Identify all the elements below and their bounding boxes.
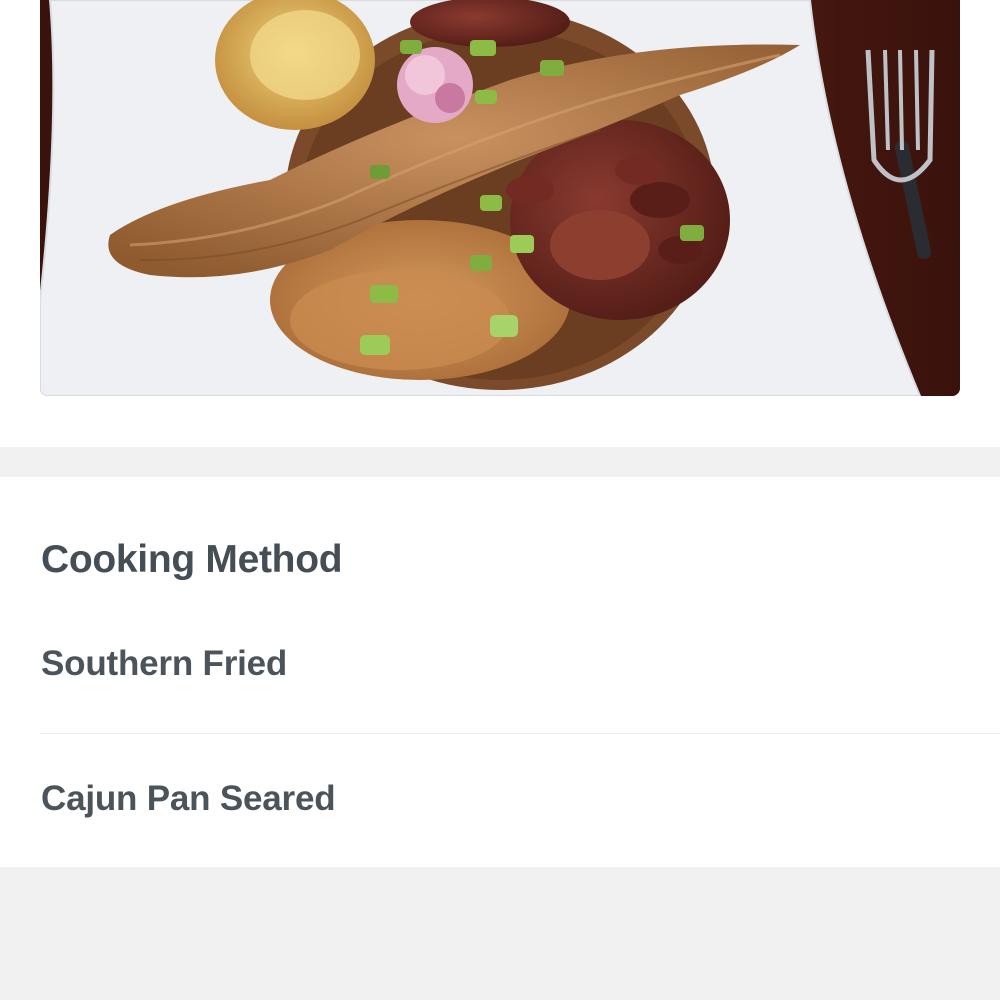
dish-photo-card xyxy=(0,0,1000,447)
option-southern-fried[interactable]: Southern Fried xyxy=(0,600,1000,734)
section-title: Cooking Method xyxy=(41,538,343,581)
option-divider xyxy=(40,733,1000,734)
option-label: Southern Fried xyxy=(41,644,288,683)
option-cajun-pan-seared[interactable]: Cajun Pan Seared xyxy=(0,735,1000,869)
dish-photo xyxy=(40,0,960,396)
option-label: Cajun Pan Seared xyxy=(41,779,336,818)
